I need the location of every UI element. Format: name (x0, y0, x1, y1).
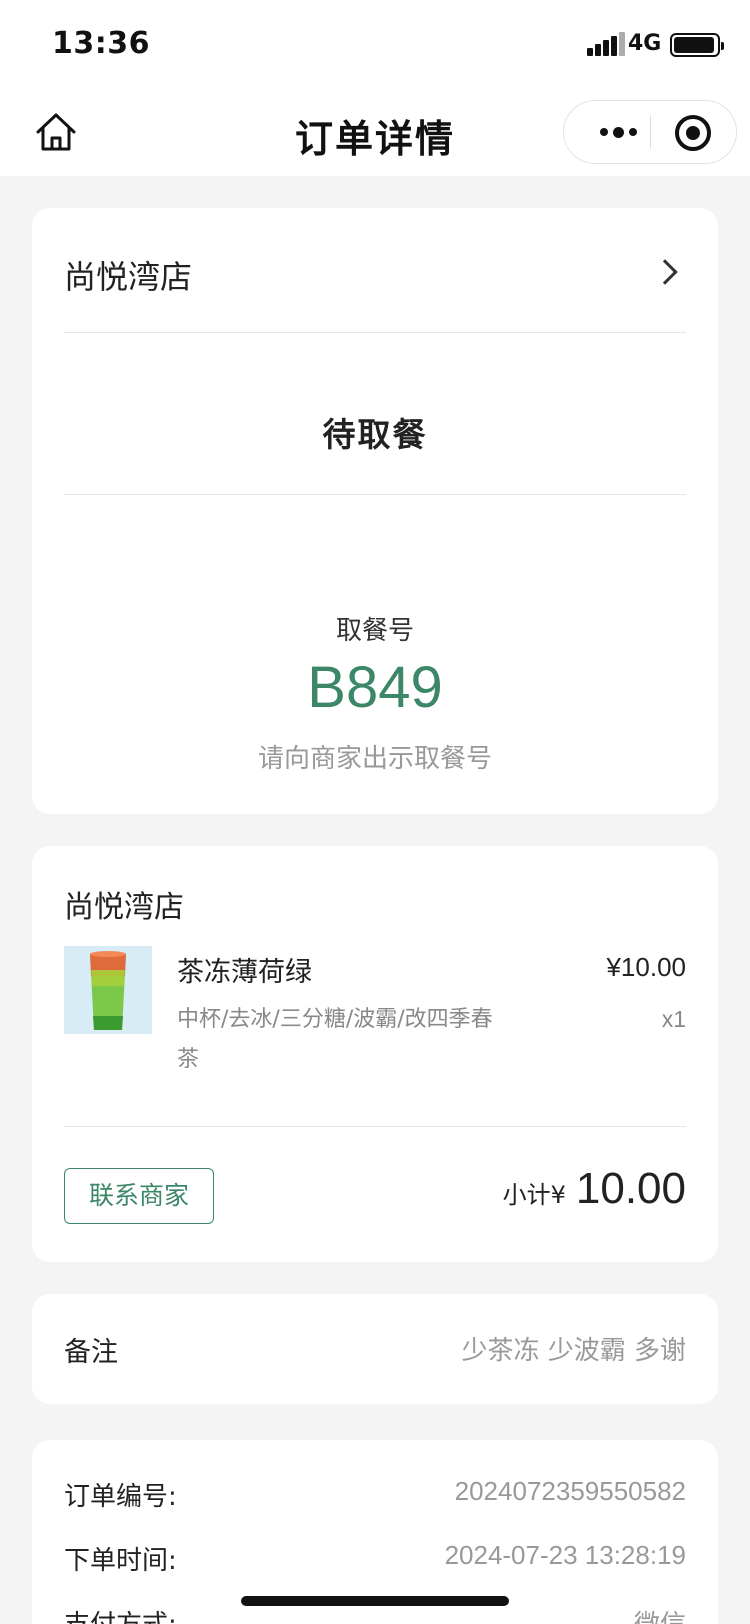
battery-icon (670, 33, 724, 57)
pickup-label: 取餐号 (335, 616, 414, 646)
product-spec: 中杯/去冰/三分糖/波霸/改四季春茶 (177, 1007, 493, 1072)
product-image (64, 946, 152, 1034)
order-status: 待取餐 (322, 415, 428, 454)
pickup-hint: 请向商家出示取餐号 (257, 744, 492, 774)
nav-bar: 订单详情 (0, 88, 750, 176)
divider (64, 1126, 686, 1127)
payment-method-row: 支付方式: 微信 (64, 1604, 686, 1624)
pickup-number: B849 (307, 655, 443, 720)
capsule-divider (650, 115, 651, 149)
note-card: 备注 少茶冻 少波霸 多谢 (32, 1294, 718, 1404)
note-value: 少茶冻 少波霸 多谢 (461, 1336, 686, 1366)
store-name[interactable]: 尚悦湾店 (64, 252, 192, 298)
info-key: 下单时间: (64, 1546, 177, 1576)
more-icon[interactable] (586, 101, 650, 163)
target-icon[interactable] (675, 115, 711, 151)
note-label: 备注 (64, 1337, 118, 1368)
info-value: 微信 (633, 1609, 686, 1624)
product-name: 茶冻薄荷绿 (177, 957, 312, 988)
status-bar: 13:36 4G (0, 0, 750, 88)
product-price: ¥10.00 (606, 952, 686, 982)
subtotal-label: 小计¥ (502, 1181, 566, 1209)
pickup-card: 尚悦湾店 待取餐 取餐号 B849 请向商家出示取餐号 (32, 208, 718, 814)
divider (64, 332, 686, 333)
product-qty: x1 (661, 1006, 686, 1032)
chevron-right-icon[interactable] (652, 259, 678, 285)
order-items-card: 尚悦湾店 茶冻薄荷绿 ¥10.00 中杯/去冰/三分糖/波霸/改四季春茶 x1 … (32, 846, 718, 1262)
status-time: 13:36 (52, 26, 150, 61)
info-value: 2024-07-23 13:28:19 (444, 1540, 686, 1570)
home-indicator[interactable] (241, 1596, 509, 1606)
order-time-row: 下单时间: 2024-07-23 13:28:19 (64, 1540, 686, 1580)
store-name: 尚悦湾店 (64, 890, 184, 925)
divider (64, 494, 686, 495)
network-type: 4G (628, 31, 662, 56)
subtotal-value: 10.00 (575, 1164, 686, 1213)
info-key: 支付方式: (64, 1604, 177, 1624)
miniprogram-capsule (563, 100, 737, 164)
order-number-row: 订单编号: 2024072359550582 (64, 1476, 686, 1516)
contact-merchant-button[interactable]: 联系商家 (64, 1168, 214, 1224)
info-value: 2024072359550582 (454, 1476, 686, 1506)
signal-icon (587, 32, 625, 56)
subtotal: 小计¥ 10.00 (503, 1164, 686, 1214)
info-key: 订单编号: (64, 1482, 177, 1512)
